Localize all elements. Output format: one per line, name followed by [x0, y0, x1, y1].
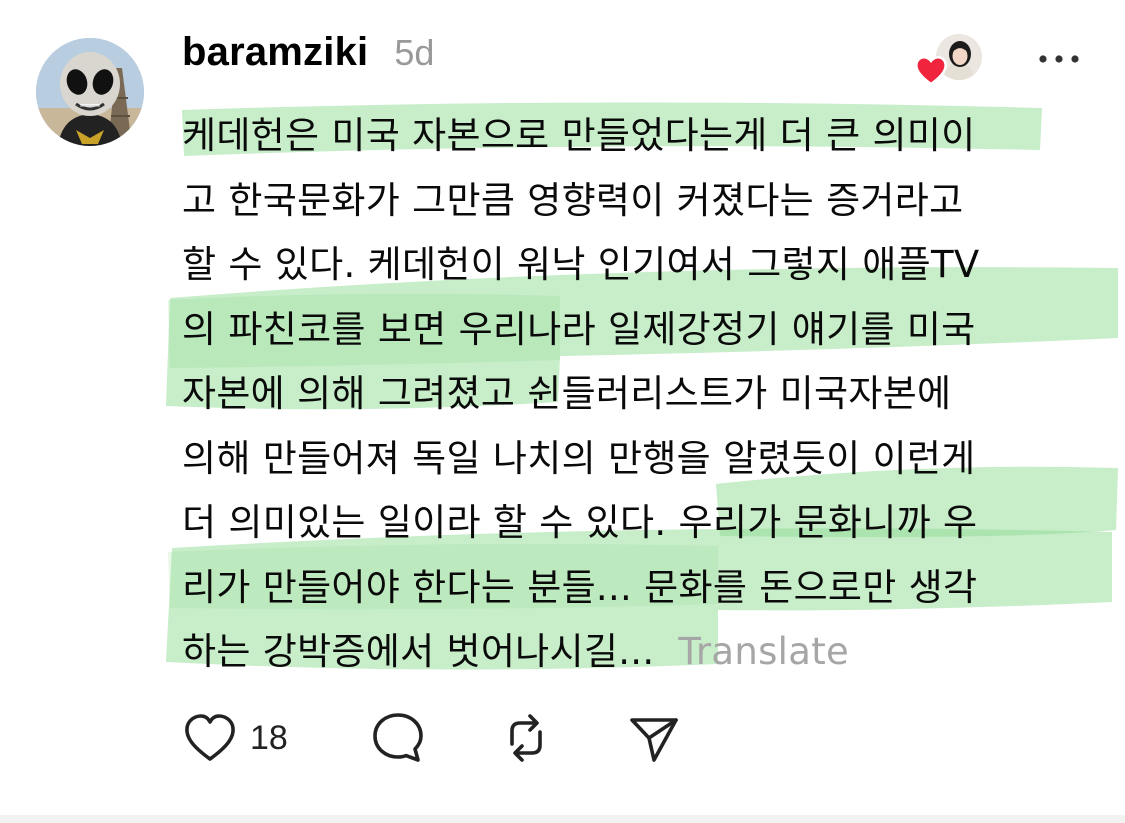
heart-outline-icon	[185, 714, 235, 761]
action-bar: 18	[182, 708, 682, 768]
post-text-line: 의 파친코를 보면 우리나라 일제강정기 얘기를 미국	[182, 307, 976, 351]
comment-bubble-icon	[373, 713, 423, 762]
post-text-line: 할 수 있다. 케데헌이 워낙 인기여서 그렇지 애플TV	[182, 243, 980, 286]
repost-icon	[510, 714, 542, 762]
post-text-line: 리가 만들어야 한다는 분들... 문화를 돈으로만 생각	[182, 565, 978, 609]
more-horizontal-icon[interactable]	[1036, 44, 1082, 74]
post-text: 케데헌은 미국 자본으로 만들었다는게 더 큰 의미이 고 한국문화가 그만큼 …	[182, 104, 1082, 685]
timestamp: 5d	[394, 32, 435, 73]
translate-link[interactable]: Translate	[678, 630, 849, 673]
thread-post: baramziki 5d 케데헌은 미국 자본으로 만들었다는게 더 큰 의미이…	[0, 0, 1125, 823]
liked-by-indicator[interactable]	[914, 34, 986, 86]
share-button[interactable]	[626, 710, 682, 766]
like-button[interactable]: 18	[182, 712, 370, 764]
comment-button[interactable]	[370, 710, 426, 766]
post-text-line: 케데헌은 미국 자본으로 만들었다는게 더 큰 의미이	[182, 114, 976, 157]
username[interactable]: baramziki	[182, 30, 368, 75]
post-text-line: 하는 강박증에서 벗어나시길...	[182, 630, 655, 673]
repost-button[interactable]	[498, 710, 554, 766]
post-body: 케데헌은 미국 자본으로 만들었다는게 더 큰 의미이 고 한국문화가 그만큼 …	[182, 104, 1082, 685]
red-heart-icon	[915, 56, 947, 86]
post-text-last-line: 하는 강박증에서 벗어나시길... Translate	[182, 620, 1082, 685]
alien-avatar-image	[36, 38, 144, 146]
post-text-line: 고 한국문화가 그만큼 영향력이 커졌다는 증거라고	[182, 178, 964, 222]
post-text-line: 자본에 의해 그려졌고 쉰들러리스트가 미국자본에	[182, 372, 952, 415]
post-text-line: 의해 만들어져 독일 나치의 만행을 알렸듯이 이런게	[182, 436, 976, 480]
author-avatar[interactable]	[36, 38, 144, 146]
send-icon	[630, 718, 678, 762]
post-text-line: 더 의미있는 일이라 할 수 있다. 우리가 문화니까 우	[182, 501, 978, 544]
post-header: baramziki 5d	[182, 30, 434, 92]
divider	[0, 815, 1125, 823]
like-count: 18	[250, 718, 288, 757]
